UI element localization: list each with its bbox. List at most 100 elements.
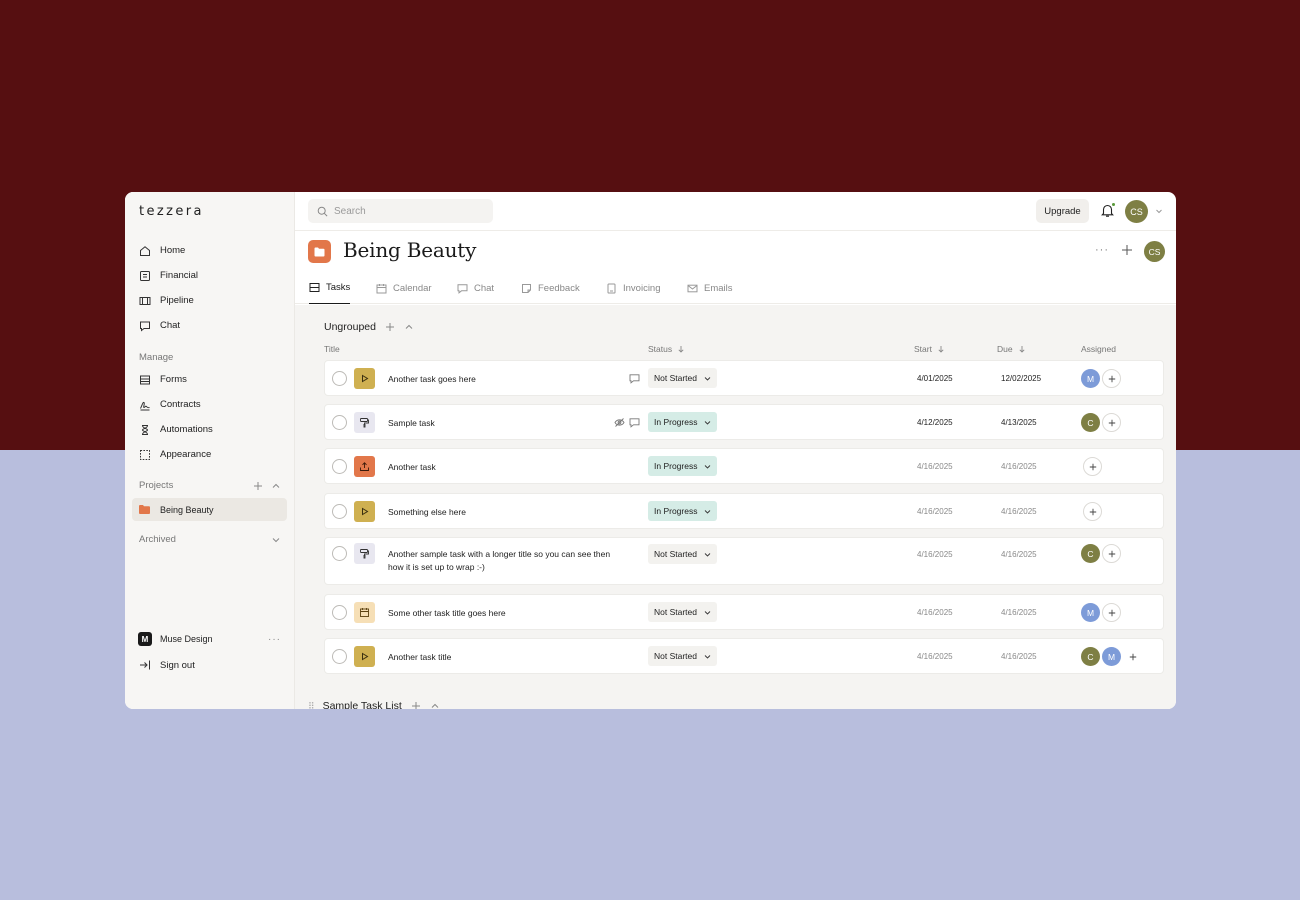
table-row[interactable]: Another task goes here Not Started 4/01/…: [324, 360, 1164, 396]
chevron-up-icon[interactable]: [404, 322, 414, 332]
comment-icon[interactable]: [629, 417, 640, 428]
task-checkbox[interactable]: [332, 546, 347, 561]
more-icon[interactable]: ···: [1095, 244, 1109, 256]
status-dropdown[interactable]: Not Started: [648, 368, 717, 388]
sidebar-project-being-beauty[interactable]: Being Beauty: [132, 498, 287, 521]
add-assignee-button[interactable]: [1083, 502, 1102, 521]
sidebar-item-financial[interactable]: Financial: [133, 263, 287, 288]
sign-out-button[interactable]: Sign out: [139, 659, 195, 671]
archived-section[interactable]: Archived: [139, 534, 281, 545]
status-dropdown[interactable]: In Progress: [648, 501, 718, 521]
tab-invoicing[interactable]: Invoicing: [606, 272, 661, 304]
hidden-eye-icon[interactable]: [614, 417, 625, 428]
table-row[interactable]: Another task title Not Started 4/16/2025…: [324, 638, 1164, 674]
play-icon: [362, 374, 369, 383]
sidebar-item-pipeline[interactable]: Pipeline: [133, 288, 287, 313]
status-dropdown[interactable]: Not Started: [648, 544, 717, 564]
add-task-icon[interactable]: [411, 701, 421, 709]
status-dropdown[interactable]: In Progress: [648, 412, 718, 432]
start-date[interactable]: 4/16/2025: [917, 550, 953, 559]
column-header-title[interactable]: Title: [324, 344, 340, 354]
sidebar-item-contracts[interactable]: Contracts: [133, 392, 287, 417]
task-type-icon: [354, 412, 375, 433]
status-dropdown[interactable]: Not Started: [648, 602, 717, 622]
add-assignee-button[interactable]: [1083, 457, 1102, 476]
add-assignee-button[interactable]: [1102, 544, 1121, 563]
chevron-down-icon[interactable]: [1155, 207, 1163, 215]
tab-tasks[interactable]: Tasks: [309, 272, 351, 304]
tab-calendar[interactable]: Calendar: [376, 272, 432, 304]
start-date[interactable]: 4/16/2025: [917, 507, 953, 516]
add-icon[interactable]: [1121, 244, 1133, 256]
task-title[interactable]: Another task title: [388, 651, 451, 664]
column-header-due[interactable]: Due: [997, 344, 1026, 354]
start-date[interactable]: 4/12/2025: [917, 418, 953, 427]
due-date[interactable]: 4/16/2025: [1001, 462, 1037, 471]
upgrade-button[interactable]: Upgrade: [1036, 199, 1089, 223]
task-title[interactable]: Another task: [388, 461, 436, 474]
plus-icon: [1108, 609, 1115, 616]
comment-icon[interactable]: [629, 373, 640, 384]
start-date[interactable]: 4/01/2025: [917, 374, 953, 383]
start-date[interactable]: 4/16/2025: [917, 608, 953, 617]
user-avatar[interactable]: CS: [1125, 200, 1148, 223]
chevron-down-icon: [705, 464, 711, 469]
tab-feedback[interactable]: Feedback: [521, 272, 580, 304]
start-date[interactable]: 4/16/2025: [917, 652, 953, 661]
status-dropdown[interactable]: Not Started: [648, 646, 717, 666]
workspace-badge: M: [138, 632, 152, 646]
task-checkbox[interactable]: [332, 415, 347, 430]
assignee-avatar[interactable]: C: [1081, 544, 1100, 563]
more-icon[interactable]: ···: [268, 634, 281, 645]
due-date[interactable]: 4/16/2025: [1001, 652, 1037, 661]
search-input[interactable]: Search: [308, 199, 493, 223]
add-task-icon[interactable]: [385, 322, 395, 332]
add-assignee-button[interactable]: [1123, 647, 1142, 666]
assignee-avatar[interactable]: C: [1081, 413, 1100, 432]
status-dropdown[interactable]: In Progress: [648, 456, 718, 476]
add-assignee-button[interactable]: [1102, 413, 1121, 432]
add-assignee-button[interactable]: [1102, 369, 1121, 388]
start-date[interactable]: 4/16/2025: [917, 462, 953, 471]
column-header-start[interactable]: Start: [914, 344, 945, 354]
tab-chat[interactable]: Chat: [457, 272, 494, 304]
member-avatar[interactable]: CS: [1144, 241, 1165, 262]
due-date[interactable]: 4/13/2025: [1001, 418, 1037, 427]
sidebar-item-automations[interactable]: Automations: [133, 417, 287, 442]
assignee-avatar[interactable]: M: [1102, 647, 1121, 666]
tab-emails[interactable]: Emails: [687, 272, 733, 304]
due-date[interactable]: 4/16/2025: [1001, 507, 1037, 516]
table-row[interactable]: Sample task In Progress 4/12/2025 4/13/2…: [324, 404, 1164, 440]
due-date[interactable]: 4/16/2025: [1001, 550, 1037, 559]
add-project-icon[interactable]: [253, 481, 263, 491]
due-date[interactable]: 4/16/2025: [1001, 608, 1037, 617]
task-checkbox[interactable]: [332, 605, 347, 620]
chevron-up-icon[interactable]: [430, 701, 440, 709]
sidebar-item-chat[interactable]: Chat: [133, 313, 287, 338]
table-row[interactable]: Some other task title goes here Not Star…: [324, 594, 1164, 630]
add-assignee-button[interactable]: [1102, 603, 1121, 622]
task-title[interactable]: Some other task title goes here: [388, 607, 506, 620]
table-row[interactable]: Another task In Progress 4/16/2025 4/16/…: [324, 448, 1164, 484]
task-checkbox[interactable]: [332, 649, 347, 664]
sidebar-item-appearance[interactable]: Appearance: [133, 442, 287, 467]
workspace-switcher[interactable]: M Muse Design ···: [138, 632, 281, 646]
due-date[interactable]: 12/02/2025: [1001, 374, 1041, 383]
drag-handle-icon[interactable]: ⠿: [308, 701, 315, 710]
task-title[interactable]: Another sample task with a longer title …: [388, 548, 610, 574]
sidebar-item-home[interactable]: Home: [133, 238, 287, 263]
table-row[interactable]: Another sample task with a longer title …: [324, 537, 1164, 585]
task-title[interactable]: Something else here: [388, 506, 466, 519]
sidebar-item-forms[interactable]: Forms: [133, 367, 287, 392]
table-row[interactable]: Something else here In Progress 4/16/202…: [324, 493, 1164, 529]
task-checkbox[interactable]: [332, 459, 347, 474]
assignee-avatar[interactable]: M: [1081, 369, 1100, 388]
task-title[interactable]: Sample task: [388, 417, 435, 430]
task-checkbox[interactable]: [332, 371, 347, 386]
assignee-avatar[interactable]: M: [1081, 603, 1100, 622]
task-title[interactable]: Another task goes here: [388, 373, 476, 386]
task-checkbox[interactable]: [332, 504, 347, 519]
assignee-avatar[interactable]: C: [1081, 647, 1100, 666]
chevron-up-icon[interactable]: [271, 481, 281, 491]
column-header-status[interactable]: Status: [648, 344, 685, 354]
